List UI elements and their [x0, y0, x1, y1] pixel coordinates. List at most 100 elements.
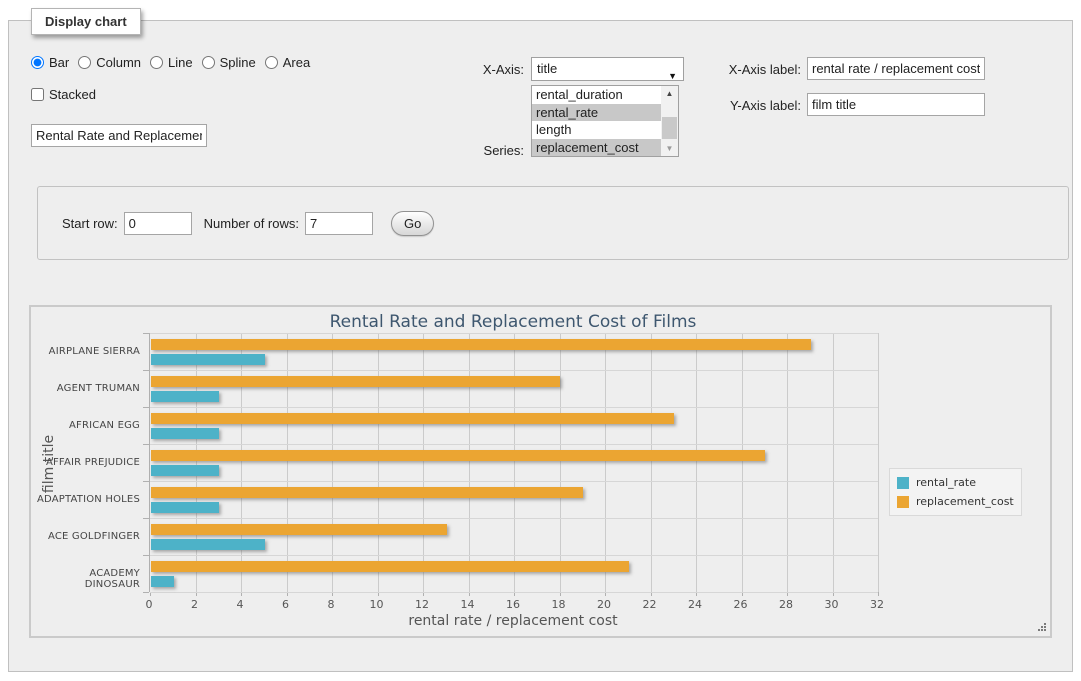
- bar-rental_rate: [151, 539, 265, 550]
- chart-type-option-column: Column: [78, 55, 141, 70]
- chart-legend: rental_rate replacement_cost: [889, 468, 1022, 516]
- x-tick-label: 10: [360, 598, 394, 611]
- bar-replacement_cost: [151, 561, 629, 572]
- chart-title: Rental Rate and Replacement Cost of Film…: [149, 312, 877, 332]
- gridline: [378, 333, 379, 592]
- chart-container: Rental Rate and Replacement Cost of Film…: [29, 305, 1052, 638]
- x-tick-label: 16: [496, 598, 530, 611]
- gridline: [241, 333, 242, 592]
- gridline: [332, 333, 333, 592]
- x-tick-label: 28: [769, 598, 803, 611]
- gridline: [696, 333, 697, 592]
- y-category-label: AFRICAN EGG: [31, 420, 140, 431]
- x-tick-label: 4: [223, 598, 257, 611]
- scroll-down-icon[interactable]: ▼: [661, 141, 678, 156]
- legend-label: rental_rate: [916, 476, 976, 489]
- y-category-label: AFFAIR PREJUDICE: [31, 457, 140, 468]
- gridline: [150, 370, 878, 371]
- bar-replacement_cost: [151, 339, 811, 350]
- gridline: [150, 407, 878, 408]
- gridline: [514, 333, 515, 592]
- x-tick-label: 14: [451, 598, 485, 611]
- y-tick: [143, 370, 149, 371]
- row-range-box: Start row: Number of rows: Go: [37, 186, 1069, 260]
- series-option-length[interactable]: length: [532, 121, 663, 139]
- chart-type-radio-column[interactable]: [78, 56, 91, 69]
- x-axis-title: rental rate / replacement cost: [149, 613, 877, 629]
- stacked-row: Stacked: [31, 87, 96, 102]
- chart-type-radio-line[interactable]: [150, 56, 163, 69]
- bar-rental_rate: [151, 576, 174, 587]
- start-row-label: Start row:: [62, 216, 118, 231]
- chart-type-option-spline: Spline: [202, 55, 256, 70]
- go-button[interactable]: Go: [391, 211, 434, 236]
- gridline: [150, 555, 878, 556]
- bar-replacement_cost: [151, 450, 765, 461]
- gridline: [150, 592, 878, 593]
- chart-type-label: Column: [96, 55, 141, 70]
- x-axis-selected-value: title: [537, 61, 557, 76]
- chart-type-radio-spline[interactable]: [202, 56, 215, 69]
- chart-type-label: Line: [168, 55, 193, 70]
- chart-type-radio-bar[interactable]: [31, 56, 44, 69]
- stacked-checkbox[interactable]: [31, 88, 44, 101]
- y-tick: [143, 444, 149, 445]
- gridline: [833, 333, 834, 592]
- scrollbar-thumb[interactable]: [662, 117, 677, 139]
- bar-rental_rate: [151, 391, 219, 402]
- chart-title-input[interactable]: [31, 124, 207, 147]
- x-axis-select[interactable]: title ▼: [531, 57, 684, 81]
- scroll-up-icon[interactable]: ▲: [661, 86, 678, 101]
- y-category-label: ACE GOLDFINGER: [31, 531, 140, 542]
- y-category-label: ACADEMY DINOSAUR: [31, 568, 140, 590]
- plot-area: [149, 333, 878, 592]
- x-axis-select-label: X-Axis:: [434, 62, 524, 77]
- display-chart-panel: Display chart BarColumnLineSplineArea St…: [8, 20, 1073, 672]
- gridline: [423, 333, 424, 592]
- x-tick-label: 22: [633, 598, 667, 611]
- stacked-label: Stacked: [49, 87, 96, 102]
- gridline: [150, 518, 878, 519]
- x-tick-label: 6: [269, 598, 303, 611]
- y-tick: [143, 555, 149, 556]
- x-tick-label: 2: [178, 598, 212, 611]
- y-tick: [143, 592, 149, 593]
- series-options: rental_durationrental_ratelengthreplacem…: [532, 86, 678, 156]
- legend-label: replacement_cost: [916, 495, 1014, 508]
- bar-replacement_cost: [151, 487, 583, 498]
- x-axis-label-label: X-Axis label:: [699, 62, 801, 77]
- chevron-down-icon: ▼: [668, 65, 677, 87]
- num-rows-input[interactable]: [305, 212, 373, 235]
- chart-type-label: Bar: [49, 55, 69, 70]
- series-multiselect[interactable]: rental_durationrental_ratelengthreplacem…: [531, 85, 679, 157]
- gridline: [742, 333, 743, 592]
- gridline: [287, 333, 288, 592]
- start-row-input[interactable]: [124, 212, 192, 235]
- chart-type-option-line: Line: [150, 55, 193, 70]
- series-scrollbar[interactable]: ▲ ▼: [661, 86, 678, 156]
- series-option-rental_duration[interactable]: rental_duration: [532, 86, 663, 104]
- gridline: [150, 333, 878, 334]
- x-tick-label: 30: [815, 598, 849, 611]
- chart-type-radio-area[interactable]: [265, 56, 278, 69]
- bar-replacement_cost: [151, 524, 447, 535]
- y-axis-label-input[interactable]: [807, 93, 985, 116]
- bar-replacement_cost: [151, 413, 674, 424]
- gridline: [469, 333, 470, 592]
- gridline: [196, 333, 197, 592]
- legend-item-replacement_cost[interactable]: replacement_cost: [897, 492, 1014, 511]
- legend-item-rental_rate[interactable]: rental_rate: [897, 473, 1014, 492]
- resize-grip-icon[interactable]: [1036, 622, 1047, 633]
- gridline: [878, 333, 879, 592]
- bar-rental_rate: [151, 428, 219, 439]
- x-tick-label: 24: [678, 598, 712, 611]
- x-tick-label: 8: [314, 598, 348, 611]
- x-axis-label-input[interactable]: [807, 57, 985, 80]
- chart-type-option-bar: Bar: [31, 55, 69, 70]
- series-option-replacement_cost[interactable]: replacement_cost: [532, 139, 663, 157]
- chart-type-label: Area: [283, 55, 310, 70]
- series-option-rental_rate[interactable]: rental_rate: [532, 104, 663, 122]
- gridline: [651, 333, 652, 592]
- bar-rental_rate: [151, 465, 219, 476]
- series-label: Series:: [434, 143, 524, 158]
